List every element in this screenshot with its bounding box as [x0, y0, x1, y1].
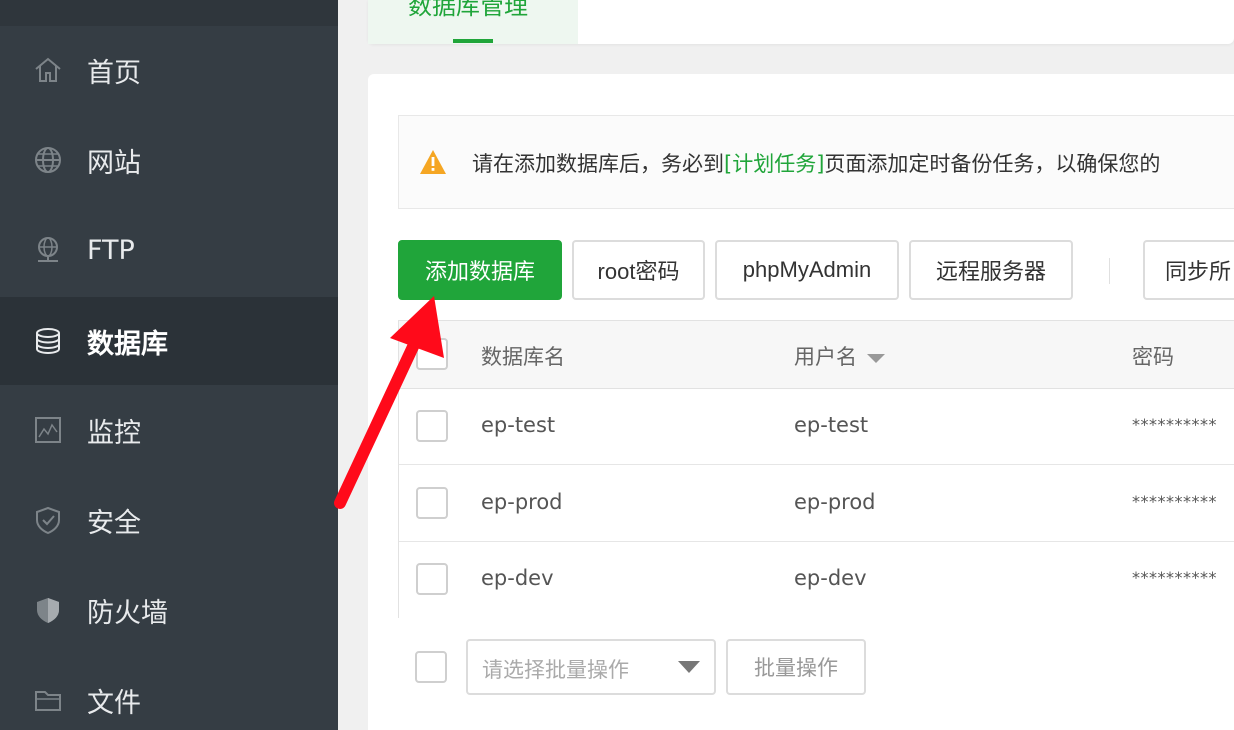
sidebar-item-label: 数据库: [87, 328, 168, 360]
sidebar: 首页 网站 FTP 数据库 监控 安全 防火墙 文件: [0, 0, 338, 730]
phpmyadmin-button[interactable]: phpMyAdmin: [715, 240, 899, 300]
shield-icon: [32, 504, 64, 536]
chevron-down-icon: [678, 661, 700, 673]
row-checkbox[interactable]: [416, 487, 448, 519]
db-password-cell[interactable]: **********: [1132, 415, 1217, 434]
db-user-cell: ep-test: [794, 413, 869, 437]
sidebar-item-label: 安全: [87, 507, 141, 539]
notice-suffix: 页面添加定时备份任务，以确保您的: [824, 152, 1161, 176]
sidebar-item-label: FTP: [87, 234, 135, 266]
sidebar-item-label: 网站: [87, 147, 141, 179]
sidebar-item-firewall[interactable]: 防火墙: [0, 566, 338, 654]
sidebar-item-website[interactable]: 网站: [0, 116, 338, 204]
tab-database-management[interactable]: 数据库管理: [368, 0, 578, 44]
monitor-icon: [32, 414, 64, 446]
db-user-cell: ep-dev: [794, 566, 867, 590]
sidebar-item-label: 文件: [87, 687, 141, 719]
ftp-icon: [32, 234, 64, 266]
column-header-name: 数据库名: [481, 345, 565, 369]
database-icon: [32, 325, 64, 357]
sidebar-item-label: 防火墙: [87, 597, 168, 629]
home-icon: [32, 54, 64, 86]
sidebar-item-home[interactable]: 首页: [0, 26, 338, 114]
folder-icon: [32, 684, 64, 716]
row-checkbox[interactable]: [416, 563, 448, 595]
sync-button[interactable]: 同步所: [1143, 240, 1234, 300]
db-name-cell[interactable]: ep-prod: [481, 490, 563, 514]
batch-operation-select[interactable]: 请选择批量操作: [466, 639, 716, 695]
row-checkbox[interactable]: [416, 410, 448, 442]
notice-text: 请在添加数据库后，务必到[计划任务]页面添加定时备份任务，以确保您的: [472, 148, 1160, 178]
sidebar-item-security[interactable]: 安全: [0, 476, 338, 564]
sidebar-top-bar: [0, 0, 338, 26]
toolbar-divider: [1109, 258, 1110, 284]
db-password-cell[interactable]: **********: [1132, 568, 1217, 587]
sort-caret-icon[interactable]: [867, 353, 885, 363]
batch-select-placeholder: 请选择批量操作: [482, 658, 629, 682]
db-name-cell[interactable]: ep-test: [481, 413, 555, 437]
db-user-cell: ep-prod: [794, 490, 876, 514]
sidebar-item-label: 首页: [87, 57, 141, 89]
tab-active-indicator: [453, 39, 493, 43]
sidebar-item-ftp[interactable]: FTP: [0, 206, 338, 294]
column-header-password: 密码: [1132, 345, 1174, 369]
warning-icon: [419, 149, 447, 179]
batch-operation-button[interactable]: 批量操作: [726, 639, 866, 695]
database-table: 数据库名 用户名 密码 ep-test ep-test ********** e…: [398, 320, 1234, 619]
firewall-icon: [32, 594, 64, 626]
sidebar-item-database[interactable]: 数据库: [0, 297, 338, 385]
backup-notice: 请在添加数据库后，务必到[计划任务]页面添加定时备份任务，以确保您的: [398, 115, 1234, 209]
remote-server-button[interactable]: 远程服务器: [909, 240, 1073, 300]
notice-prefix: 请在添加数据库后，务必到: [472, 152, 724, 176]
table-row: ep-prod ep-prod **********: [399, 466, 1234, 542]
table-row: ep-test ep-test **********: [399, 389, 1234, 465]
add-database-button[interactable]: 添加数据库: [398, 240, 562, 300]
batch-select-all-checkbox[interactable]: [415, 651, 447, 683]
tab-label: 数据库管理: [408, 0, 528, 20]
globe-icon: [32, 144, 64, 176]
column-header-user[interactable]: 用户名: [794, 341, 885, 371]
table-row: ep-dev ep-dev **********: [399, 543, 1234, 619]
db-password-cell[interactable]: **********: [1132, 492, 1217, 511]
column-header-user-label: 用户名: [794, 345, 857, 369]
sidebar-item-label: 监控: [87, 417, 141, 449]
sidebar-item-monitor[interactable]: 监控: [0, 386, 338, 474]
root-password-button[interactable]: root密码: [572, 240, 705, 300]
table-header: 数据库名 用户名 密码: [399, 321, 1234, 389]
select-all-checkbox[interactable]: [416, 338, 448, 370]
sidebar-item-files[interactable]: 文件: [0, 656, 338, 730]
cron-task-link[interactable]: [计划任务]: [724, 152, 824, 176]
tab-bar: 数据库管理: [368, 0, 1234, 44]
db-name-cell[interactable]: ep-dev: [481, 566, 554, 590]
